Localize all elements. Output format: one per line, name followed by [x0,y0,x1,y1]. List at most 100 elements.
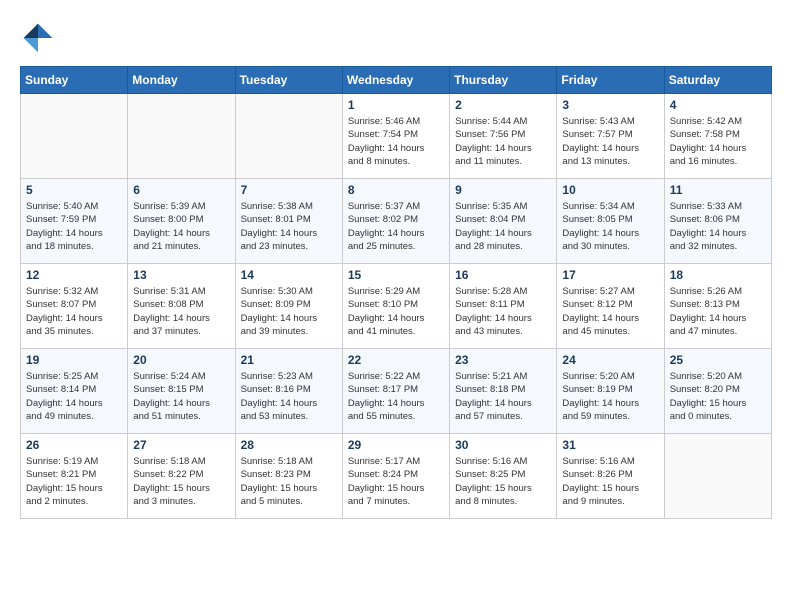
day-info: Sunrise: 5:23 AM Sunset: 8:16 PM Dayligh… [241,370,337,423]
day-number: 14 [241,268,337,282]
day-number: 17 [562,268,658,282]
calendar-cell [664,434,771,519]
logo-icon [20,20,56,56]
day-number: 8 [348,183,444,197]
day-info: Sunrise: 5:42 AM Sunset: 7:58 PM Dayligh… [670,115,766,168]
calendar-cell: 3Sunrise: 5:43 AM Sunset: 7:57 PM Daylig… [557,94,664,179]
calendar-cell: 11Sunrise: 5:33 AM Sunset: 8:06 PM Dayli… [664,179,771,264]
day-info: Sunrise: 5:19 AM Sunset: 8:21 PM Dayligh… [26,455,122,508]
day-info: Sunrise: 5:40 AM Sunset: 7:59 PM Dayligh… [26,200,122,253]
calendar-cell: 25 Sunrise: 5:20 AM Sunset: 8:20 PM Dayli… [664,349,771,434]
day-info: Sunrise: 5:17 AM Sunset: 8:24 PM Dayligh… [348,455,444,508]
day-number: 27 [133,438,229,452]
day-info: Sunrise: 5:39 AM Sunset: 8:00 PM Dayligh… [133,200,229,253]
day-number: 26 [26,438,122,452]
day-number: 29 [348,438,444,452]
day-info: Sunrise: 5:18 AM Sunset: 8:23 PM Dayligh… [241,455,337,508]
day-number: 4 [670,98,766,112]
logo [20,20,60,56]
calendar-cell: 24 Sunrise: 5:20 AM Sunset: 8:19 PM Dayli… [557,349,664,434]
calendar-cell [128,94,235,179]
calendar-cell: 17 Sunrise: 5:27 AM Sunset: 8:12 PM Dayli… [557,264,664,349]
day-info: Sunrise: 5:31 AM Sunset: 8:08 PM Dayligh… [133,285,229,338]
day-number: 9 [455,183,551,197]
weekday-header-saturday: Saturday [664,67,771,94]
calendar-cell: 13 Sunrise: 5:31 AM Sunset: 8:08 PM Dayli… [128,264,235,349]
day-number: 13 [133,268,229,282]
day-info: Sunrise: 5:30 AM Sunset: 8:09 PM Dayligh… [241,285,337,338]
calendar-cell: 6 Sunrise: 5:39 AM Sunset: 8:00 PM Daylig… [128,179,235,264]
day-number: 2 [455,98,551,112]
calendar-cell: 29 Sunrise: 5:17 AM Sunset: 8:24 PM Dayli… [342,434,449,519]
day-info: Sunrise: 5:44 AM Sunset: 7:56 PM Dayligh… [455,115,551,168]
calendar-cell: 28 Sunrise: 5:18 AM Sunset: 8:23 PM Dayli… [235,434,342,519]
calendar-cell [21,94,128,179]
day-number: 7 [241,183,337,197]
day-number: 30 [455,438,551,452]
calendar-cell: 2 Sunrise: 5:44 AM Sunset: 7:56 PM Daylig… [450,94,557,179]
day-info: Sunrise: 5:27 AM Sunset: 8:12 PM Dayligh… [562,285,658,338]
calendar-cell: 20Sunrise: 5:24 AM Sunset: 8:15 PM Dayli… [128,349,235,434]
calendar-cell: 23 Sunrise: 5:21 AM Sunset: 8:18 PM Dayli… [450,349,557,434]
day-info: Sunrise: 5:38 AM Sunset: 8:01 PM Dayligh… [241,200,337,253]
day-info: Sunrise: 5:22 AM Sunset: 8:17 PM Dayligh… [348,370,444,423]
calendar-cell: 9Sunrise: 5:35 AM Sunset: 8:04 PM Daylig… [450,179,557,264]
day-number: 16 [455,268,551,282]
day-info: Sunrise: 5:26 AM Sunset: 8:13 PM Dayligh… [670,285,766,338]
calendar-cell: 5 Sunrise: 5:40 AM Sunset: 7:59 PM Daylig… [21,179,128,264]
calendar-cell: 31 Sunrise: 5:16 AM Sunset: 8:26 PM Dayli… [557,434,664,519]
day-number: 19 [26,353,122,367]
calendar-table: SundayMondayTuesdayWednesdayThursdayFrid… [20,66,772,519]
day-number: 21 [241,353,337,367]
day-number: 24 [562,353,658,367]
calendar-cell: 30 Sunrise: 5:16 AM Sunset: 8:25 PM Dayli… [450,434,557,519]
weekday-header-friday: Friday [557,67,664,94]
day-number: 28 [241,438,337,452]
day-info: Sunrise: 5:46 AM Sunset: 7:54 PM Dayligh… [348,115,444,168]
page-header [20,20,772,56]
day-number: 20 [133,353,229,367]
day-info: Sunrise: 5:18 AM Sunset: 8:22 PM Dayligh… [133,455,229,508]
calendar-cell: 27 Sunrise: 5:18 AM Sunset: 8:22 PM Dayli… [128,434,235,519]
day-number: 18 [670,268,766,282]
day-info: Sunrise: 5:20 AM Sunset: 8:19 PM Dayligh… [562,370,658,423]
calendar-cell: 18 Sunrise: 5:26 AM Sunset: 8:13 PM Dayli… [664,264,771,349]
day-number: 22 [348,353,444,367]
calendar-cell: 8 Sunrise: 5:37 AM Sunset: 8:02 PM Daylig… [342,179,449,264]
day-info: Sunrise: 5:32 AM Sunset: 8:07 PM Dayligh… [26,285,122,338]
day-number: 15 [348,268,444,282]
day-info: Sunrise: 5:16 AM Sunset: 8:26 PM Dayligh… [562,455,658,508]
calendar-cell: 1 Sunrise: 5:46 AM Sunset: 7:54 PM Daylig… [342,94,449,179]
day-number: 23 [455,353,551,367]
weekday-header-tuesday: Tuesday [235,67,342,94]
calendar-cell: 19 Sunrise: 5:25 AM Sunset: 8:14 PM Dayli… [21,349,128,434]
day-number: 12 [26,268,122,282]
calendar-cell: 26 Sunrise: 5:19 AM Sunset: 8:21 PM Dayli… [21,434,128,519]
day-number: 31 [562,438,658,452]
day-number: 25 [670,353,766,367]
day-info: Sunrise: 5:21 AM Sunset: 8:18 PM Dayligh… [455,370,551,423]
calendar-cell: 16 Sunrise: 5:28 AM Sunset: 8:11 PM Dayli… [450,264,557,349]
day-info: Sunrise: 5:34 AM Sunset: 8:05 PM Dayligh… [562,200,658,253]
calendar-cell: 15 Sunrise: 5:29 AM Sunset: 8:10 PM Dayli… [342,264,449,349]
day-info: Sunrise: 5:20 AM Sunset: 8:20 PM Dayligh… [670,370,766,423]
day-info: Sunrise: 5:33 AM Sunset: 8:06 PM Dayligh… [670,200,766,253]
day-info: Sunrise: 5:43 AM Sunset: 7:57 PM Dayligh… [562,115,658,168]
calendar-cell: 21 Sunrise: 5:23 AM Sunset: 8:16 PM Dayli… [235,349,342,434]
day-info: Sunrise: 5:28 AM Sunset: 8:11 PM Dayligh… [455,285,551,338]
calendar-cell: 12 Sunrise: 5:32 AM Sunset: 8:07 PM Dayli… [21,264,128,349]
day-info: Sunrise: 5:25 AM Sunset: 8:14 PM Dayligh… [26,370,122,423]
day-number: 1 [348,98,444,112]
day-number: 6 [133,183,229,197]
day-info: Sunrise: 5:16 AM Sunset: 8:25 PM Dayligh… [455,455,551,508]
day-number: 10 [562,183,658,197]
day-info: Sunrise: 5:29 AM Sunset: 8:10 PM Dayligh… [348,285,444,338]
calendar-cell: 4 Sunrise: 5:42 AM Sunset: 7:58 PM Daylig… [664,94,771,179]
calendar-cell: 10 Sunrise: 5:34 AM Sunset: 8:05 PM Dayli… [557,179,664,264]
calendar-cell [235,94,342,179]
calendar-cell: 7 Sunrise: 5:38 AM Sunset: 8:01 PM Daylig… [235,179,342,264]
weekday-header-wednesday: Wednesday [342,67,449,94]
day-info: Sunrise: 5:37 AM Sunset: 8:02 PM Dayligh… [348,200,444,253]
day-number: 5 [26,183,122,197]
calendar-cell: 14 Sunrise: 5:30 AM Sunset: 8:09 PM Dayli… [235,264,342,349]
